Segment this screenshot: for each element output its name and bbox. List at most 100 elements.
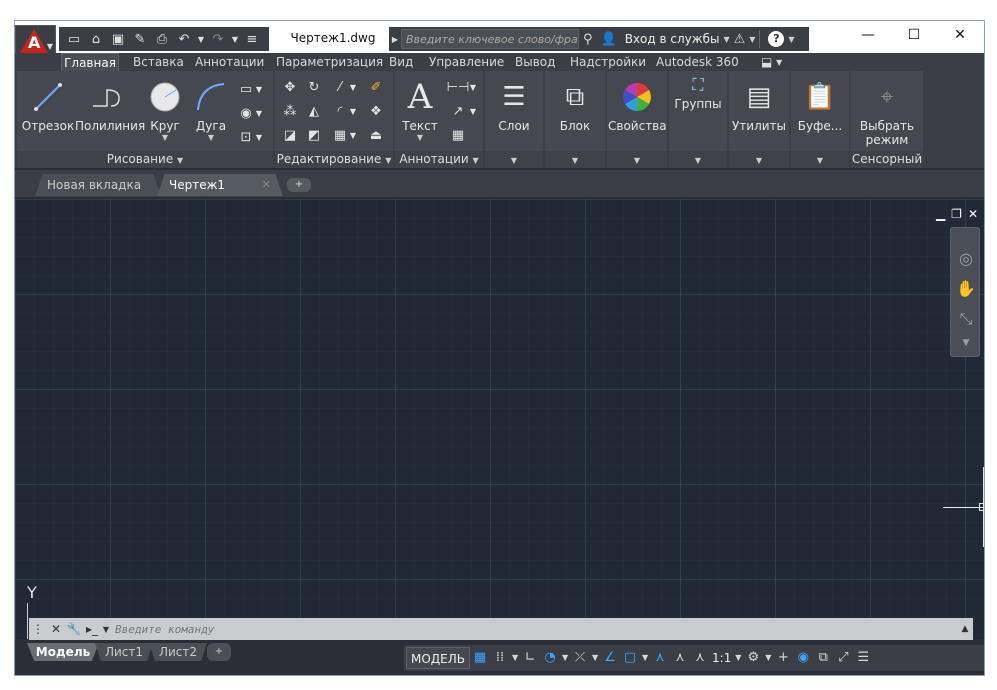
draw-panel-footer[interactable]: Рисование ▼ [17, 151, 273, 168]
plus-icon[interactable]: + [773, 647, 793, 669]
save-icon[interactable]: ▣ [107, 29, 129, 49]
stretch-icon[interactable]: ◪ [279, 125, 301, 145]
select-mode-tool[interactable]: ⌖ Выбрать режим [857, 75, 917, 148]
steering-wheel-icon[interactable]: ◎ [955, 248, 977, 270]
workspace-gear-icon[interactable]: ⚙ [743, 647, 763, 669]
open-folder-icon[interactable]: ⌂ [85, 29, 107, 49]
navbar-dropdown-icon[interactable]: ▼ [955, 332, 977, 354]
drawing-canvas[interactable]: ▁ ❐ ✕ ◎ ✋ ⤡ ▼ Y [15, 199, 984, 639]
tab-new-tab[interactable]: Новая вкладка [35, 174, 161, 196]
erase-icon[interactable]: ✐ [365, 77, 387, 97]
add-tab-button[interactable]: + [287, 178, 311, 192]
isolate-objects-icon[interactable]: ◉ [793, 647, 813, 669]
cmdline-grip-icon[interactable]: ⋮ [29, 622, 47, 636]
arc-tool[interactable]: Дуга ▼ [185, 75, 237, 142]
auto-scale-icon[interactable]: ⋏ [670, 647, 690, 669]
object-snap-icon[interactable]: ▢ [620, 647, 640, 669]
close-tab-icon[interactable]: ✕ [262, 174, 271, 196]
cmdline-prompt-icon[interactable]: ▸_ [83, 622, 101, 636]
cmdline-close-icon[interactable]: ✕ [47, 622, 65, 636]
text-tool[interactable]: A Текст ▼ [395, 75, 445, 142]
recent-commands-icon[interactable]: ▼ [101, 625, 111, 634]
tab-parametric[interactable]: Параметризация [274, 53, 385, 71]
model-space-button[interactable]: МОДЕЛЬ [406, 647, 471, 669]
maximize-button[interactable]: ☐ [891, 21, 937, 49]
block-panel[interactable]: ⧉ Блок ▼ [545, 71, 605, 168]
undo-dropdown-icon[interactable]: ▼ [195, 29, 207, 49]
cmdline-history-icon[interactable]: ▲ [957, 624, 973, 634]
groups-dropdown-icon[interactable]: ▼ [669, 151, 727, 168]
redo-icon[interactable]: ↷ [207, 29, 229, 49]
rotate-icon[interactable]: ↻ [303, 77, 325, 97]
redo-dropdown-icon[interactable]: ▼ [229, 29, 241, 49]
tab-layout1[interactable]: Лист1 [95, 643, 153, 661]
utilities-dropdown-icon[interactable]: ▼ [729, 151, 789, 168]
tab-layout2[interactable]: Лист2 [149, 643, 207, 661]
search-input[interactable] [401, 29, 579, 49]
annotation-scale-value[interactable]: 1:1 [710, 651, 733, 665]
properties-panel[interactable]: Свойства ▼ [607, 71, 667, 168]
login-button[interactable]: Вход в службы [621, 32, 724, 46]
snap-icon[interactable]: ⁞⁞ [490, 647, 510, 669]
annotation-scale-icon[interactable]: ⋏ [690, 647, 710, 669]
tab-model[interactable]: Модель [27, 643, 99, 661]
quick-properties-icon[interactable]: ⧉ [813, 647, 833, 669]
tab-manage[interactable]: Управление [427, 53, 506, 71]
layers-dropdown-icon[interactable]: ▼ [485, 151, 543, 168]
tab-annotate[interactable]: Аннотации [193, 53, 266, 71]
table-icon[interactable]: ▦ [447, 125, 469, 145]
tab-insert[interactable]: Вставка [131, 53, 186, 71]
circle-tool[interactable]: Круг ▼ [139, 75, 191, 142]
clipboard-panel[interactable]: 📋 Буфе... ▼ [791, 71, 849, 168]
exchange-apps-icon[interactable]: ⚠ [730, 32, 750, 47]
properties-dropdown-icon[interactable]: ▼ [607, 151, 667, 168]
print-icon[interactable]: ⎙ [151, 29, 173, 49]
binoculars-icon[interactable]: ⚲ [579, 32, 597, 47]
search-expand-icon[interactable]: ▶ [389, 35, 401, 44]
layers-panel[interactable]: ☰ Слои ▼ [485, 71, 543, 168]
pan-hand-icon[interactable]: ✋ [955, 278, 977, 300]
copy-icon[interactable]: ⁂ [279, 101, 301, 121]
line-tool[interactable]: Отрезок [19, 75, 77, 133]
block-dropdown-icon[interactable]: ▼ [545, 151, 605, 168]
dimension-icon[interactable]: ⊢⊣ [447, 77, 470, 97]
utilities-panel[interactable]: ▤ Утилиты ▼ [729, 71, 789, 168]
ribbon-minimize-icon[interactable]: ⬓ ▾ [759, 53, 784, 71]
scale-icon[interactable]: ◩ [303, 125, 325, 145]
command-input[interactable] [111, 620, 957, 638]
tab-drawing1[interactable]: Чертеж1 ✕ [157, 174, 283, 196]
user-icon[interactable]: 👤 [597, 32, 621, 47]
leader-icon[interactable]: ↗ [447, 101, 469, 121]
modify-panel-footer[interactable]: Редактирование ▼ [275, 151, 393, 168]
explode-icon[interactable]: ❖ [365, 101, 387, 121]
add-layout-button[interactable]: + [207, 643, 231, 661]
offset-icon[interactable]: ⏏ [365, 125, 387, 145]
polar-tracking-icon[interactable]: ◔ [540, 647, 560, 669]
tab-addins[interactable]: Надстройки [568, 53, 648, 71]
isodraft-icon[interactable]: ⤫ [570, 647, 590, 669]
undo-icon[interactable]: ↶ [173, 29, 195, 49]
mirror-icon[interactable]: ◭ [303, 101, 325, 121]
object-snap-tracking-icon[interactable]: ∠ [600, 647, 620, 669]
customize-qat-icon[interactable]: ≡ [241, 29, 263, 49]
zoom-extents-icon[interactable]: ⤡ [955, 308, 977, 330]
exchange-dropdown-icon[interactable]: ▼ [749, 35, 755, 44]
new-file-icon[interactable]: ▭ [63, 29, 85, 49]
polyline-tool[interactable]: Полилиния [75, 75, 145, 133]
tab-output[interactable]: Вывод [513, 53, 557, 71]
customize-menu-icon[interactable]: ☰ [853, 647, 873, 669]
fullscreen-icon[interactable]: ⤢ [833, 647, 853, 669]
groups-panel[interactable]: ⛶ Группы ▼ [669, 71, 727, 168]
viewport-minimize-icon[interactable]: ▁ [936, 207, 945, 221]
viewport-close-icon[interactable]: ✕ [968, 207, 978, 221]
tab-autodesk-360[interactable]: Autodesk 360 [654, 53, 741, 71]
viewport-restore-icon[interactable]: ❐ [951, 207, 962, 221]
tab-home[interactable]: Главная [61, 53, 119, 71]
close-button[interactable]: ✕ [937, 21, 983, 49]
cmdline-settings-icon[interactable]: 🔧 [65, 622, 83, 636]
tab-view[interactable]: Вид [387, 53, 415, 71]
clipboard-dropdown-icon[interactable]: ▼ [791, 151, 849, 168]
annotation-visibility-icon[interactable]: ⋏ [650, 647, 670, 669]
ortho-icon[interactable]: ∟ [520, 647, 540, 669]
annotation-panel-footer[interactable]: Аннотации ▼ [395, 151, 483, 168]
